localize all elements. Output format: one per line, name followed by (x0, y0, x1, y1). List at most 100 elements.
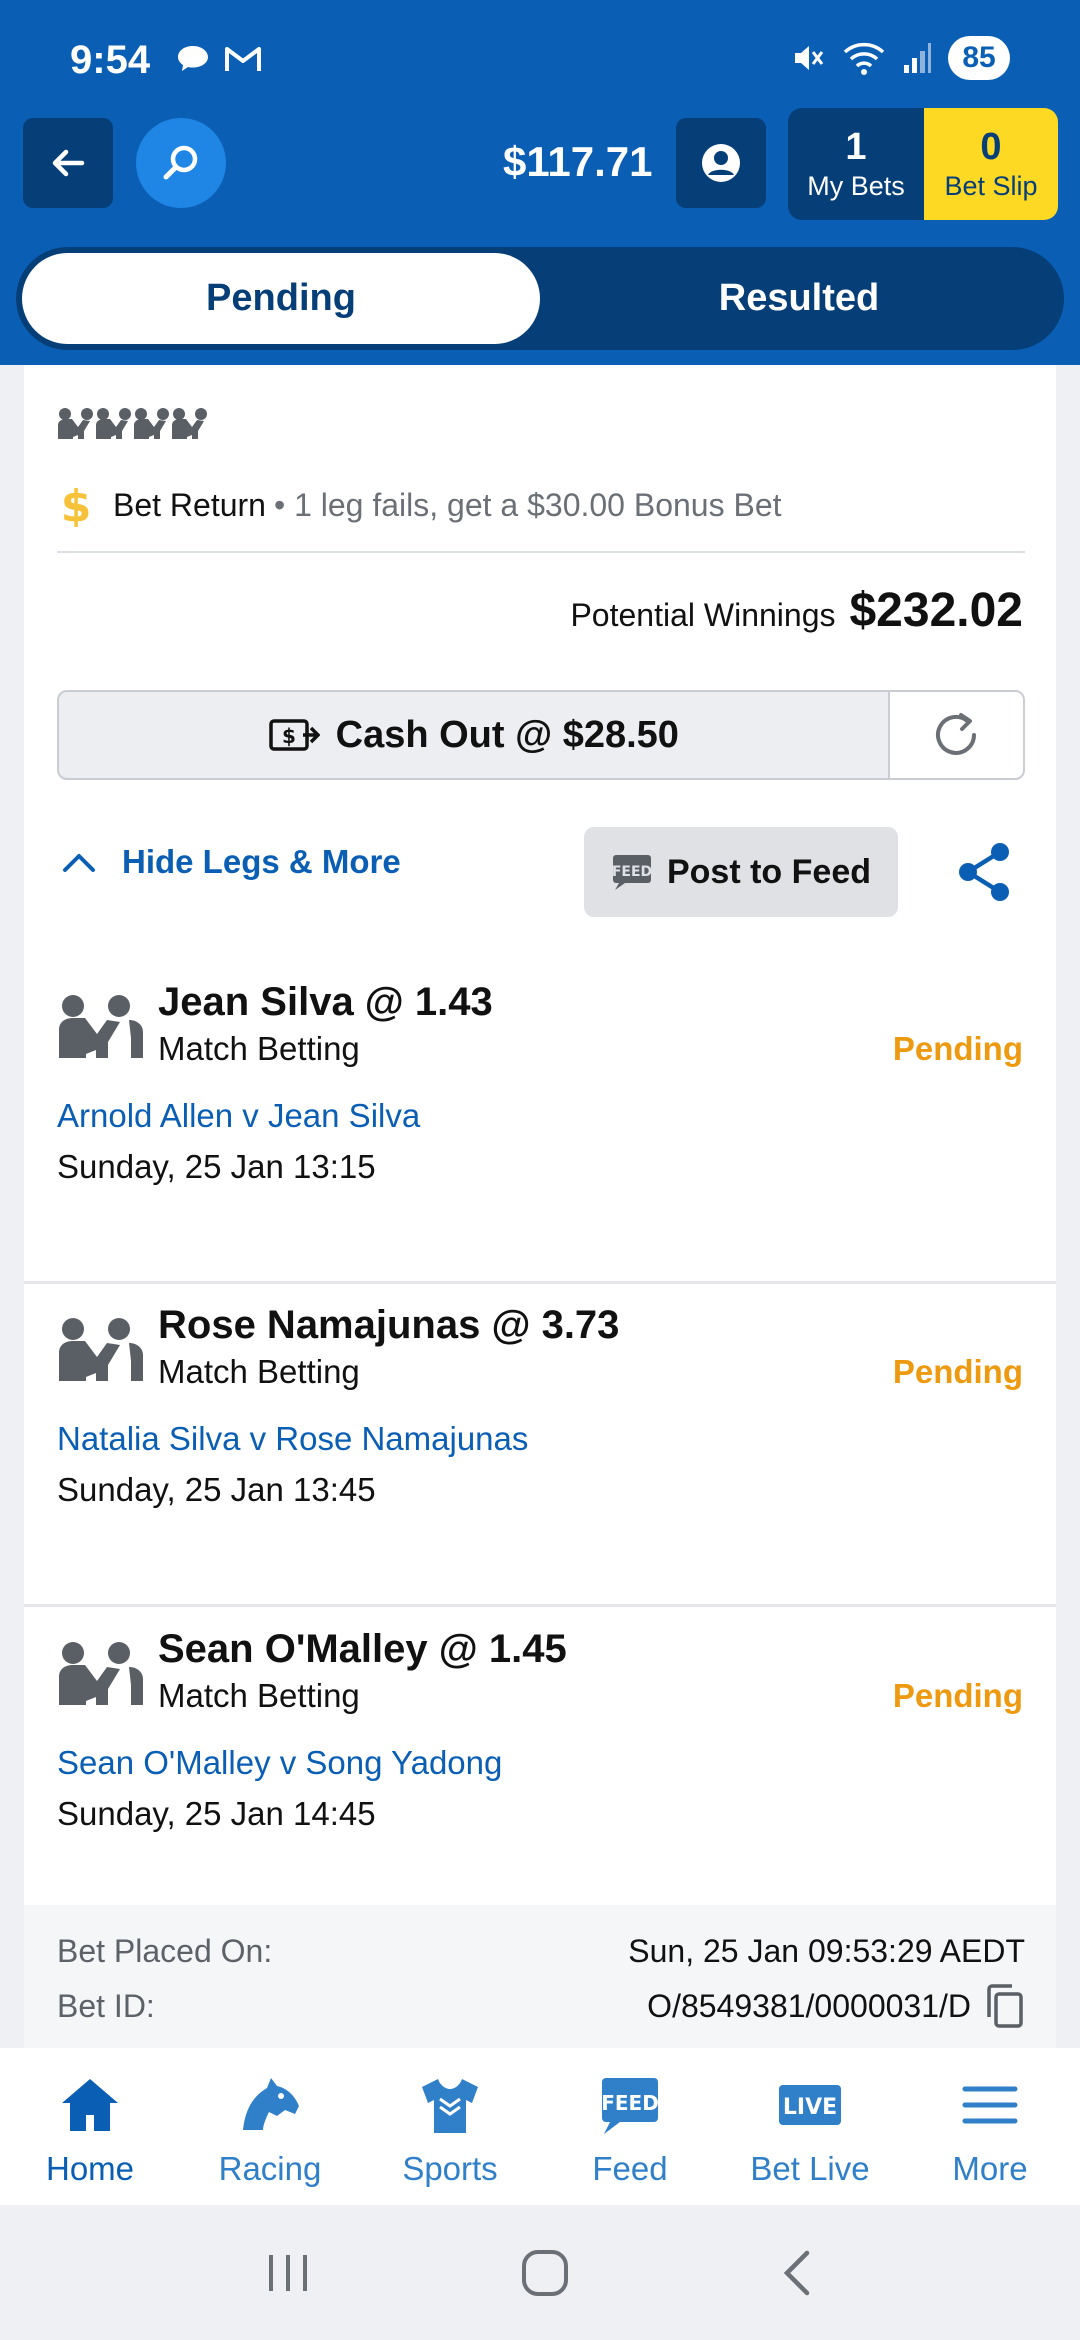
recent-apps-icon[interactable] (263, 2249, 313, 2297)
leg-market: Match Betting (158, 1677, 360, 1714)
leg-date: Sunday, 25 Jan 14:45 (57, 1795, 376, 1832)
nav-label: More (952, 2150, 1028, 2187)
post-to-feed-button[interactable]: FEED Post to Feed (584, 827, 898, 917)
feed-icon-text: FEED (612, 864, 652, 880)
nav-label: Sports (402, 2150, 498, 2187)
search-icon (163, 145, 198, 180)
mma-fighters-icon (59, 995, 143, 1058)
potential-winnings-label: Potential Winnings (570, 597, 836, 633)
tab-pending[interactable]: Pending (22, 253, 540, 344)
cash-out-label: Cash Out @ $28.50 (335, 713, 679, 756)
divider (24, 1281, 1056, 1284)
bet-placed-label: Bet Placed On: (57, 1933, 273, 1969)
bet-placed-value: Sun, 25 Jan 09:53:29 AEDT (628, 1933, 1025, 1969)
live-icon: LIVE (779, 2085, 841, 2125)
leg-market: Match Betting (158, 1353, 360, 1390)
leg-date: Sunday, 25 Jan 13:15 (57, 1148, 376, 1185)
status-time: 9:54 (70, 38, 151, 82)
leg-date: Sunday, 25 Jan 13:45 (57, 1471, 376, 1508)
search-button[interactable] (136, 118, 226, 208)
tab-resulted[interactable]: Resulted (540, 253, 1058, 344)
jersey-icon (422, 2079, 478, 2133)
bets-tabs: Pending Resulted (16, 247, 1064, 350)
leg-event-link[interactable]: Natalia Silva v Rose Namajunas (57, 1420, 528, 1458)
bet-leg: Sean O'Malley @ 1.45 Match Betting Pendi… (24, 1609, 1056, 1905)
divider (57, 551, 1025, 553)
home-button-icon[interactable] (519, 2247, 571, 2299)
nav-label: Feed (592, 2150, 668, 2187)
live-icon-text: LIVE (783, 2095, 837, 2120)
leg-title: Sean O'Malley @ 1.45 (158, 1627, 567, 1671)
main-content: $ Bet Return • 1 leg fails, get a $30.00… (0, 365, 1080, 2048)
leg-event-link[interactable]: Arnold Allen v Jean Silva (57, 1097, 420, 1135)
leg-title: Jean Silva @ 1.43 (158, 980, 493, 1024)
refresh-icon (936, 713, 977, 755)
nav-feed[interactable]: FEED Feed (540, 2048, 720, 2205)
bet-return-desc: • 1 leg fails, get a $30.00 Bonus Bet (273, 486, 782, 523)
refresh-button[interactable] (889, 692, 1023, 778)
signal-icon (904, 43, 931, 73)
potential-winnings: Potential Winnings $232.02 (570, 583, 1023, 638)
cash-out-bar: $ Cash Out @ $28.50 (57, 690, 1025, 780)
leg-market: Match Betting (158, 1030, 360, 1067)
feed-icon-text: FEED (601, 2091, 659, 2115)
svg-text:$: $ (61, 483, 92, 527)
leg-title: Rose Namajunas @ 3.73 (158, 1303, 620, 1347)
svg-text:$: $ (282, 724, 296, 748)
gmail-icon (225, 47, 261, 71)
account-balance: $117.71 (503, 138, 653, 185)
back-button[interactable] (23, 118, 113, 208)
horse-head-icon (243, 2078, 299, 2130)
bet-leg: Rose Namajunas @ 3.73 Match Betting Pend… (24, 1285, 1056, 1607)
potential-winnings-value: $232.02 (849, 584, 1023, 637)
my-bets-label: My Bets (807, 171, 905, 201)
nav-bet-live[interactable]: LIVE Bet Live (720, 2048, 900, 2205)
home-icon (62, 2079, 118, 2131)
account-button[interactable] (676, 118, 766, 208)
cash-out-icon: $ (268, 719, 320, 751)
bets-group: 1 My Bets 0 Bet Slip (788, 108, 1058, 220)
nav-label: Racing (218, 2150, 322, 2187)
cash-out-button[interactable]: $ Cash Out @ $28.50 (59, 692, 890, 778)
back-nav-icon[interactable] (777, 2247, 817, 2299)
nav-more[interactable]: More (900, 2048, 1080, 2205)
my-bets-count: 1 (845, 126, 867, 168)
share-icon (959, 843, 1009, 901)
app-header: $117.71 1 My Bets 0 Bet Slip (0, 108, 1080, 228)
hide-legs-label: Hide Legs & More (122, 843, 401, 880)
bet-id-label: Bet ID: (57, 1987, 155, 2024)
post-to-feed-label: Post to Feed (666, 852, 872, 891)
chat-bubble-icon (178, 46, 208, 71)
feed-icon: FEED (612, 855, 652, 890)
my-bets-button[interactable]: 1 My Bets (788, 108, 924, 220)
leg-event-link[interactable]: Sean O'Malley v Song Yadong (57, 1744, 502, 1782)
user-icon (702, 144, 740, 182)
feed-icon: FEED (601, 2078, 659, 2134)
nav-sports[interactable]: Sports (360, 2048, 540, 2205)
battery-indicator: 85 (948, 36, 1010, 80)
bet-slip-label: Bet Slip (944, 171, 1038, 201)
bet-slip-count: 0 (980, 126, 1002, 168)
arrow-left-icon (52, 149, 85, 177)
leg-status: Pending (892, 1030, 1023, 1067)
mma-fighters-icon (59, 1642, 143, 1705)
bet-card: $ Bet Return • 1 leg fails, get a $30.00… (24, 365, 1056, 2048)
divider (24, 1604, 1056, 1607)
bet-placed-row: Bet Placed On: Sun, 25 Jan 09:53:29 AEDT (57, 1933, 1025, 1970)
bet-slip-button[interactable]: 0 Bet Slip (924, 108, 1058, 220)
copy-icon[interactable] (985, 1983, 1025, 2029)
menu-icon (962, 2086, 1018, 2124)
share-button[interactable] (954, 840, 1014, 909)
bottom-navigation: Home Racing Sports FEED Feed LIVE Bet Li… (0, 2048, 1080, 2205)
nav-racing[interactable]: Racing (180, 2048, 360, 2205)
bet-id-value: O/8549381/0000031/D (647, 1987, 971, 2024)
nav-home[interactable]: Home (0, 2048, 180, 2205)
mma-fighters-icon (58, 408, 207, 439)
mma-fighters-icon (59, 1318, 143, 1381)
dollar-icon: $ (61, 483, 92, 527)
bet-meta: Bet Placed On: Sun, 25 Jan 09:53:29 AEDT… (24, 1905, 1056, 2048)
status-bar: 9:54 85 (0, 0, 1080, 110)
bet-return-promo: $ Bet Return • 1 leg fails, get a $30.00… (57, 483, 782, 527)
hide-legs-toggle[interactable]: Hide Legs & More (62, 843, 401, 881)
system-navigation (0, 2205, 1080, 2340)
